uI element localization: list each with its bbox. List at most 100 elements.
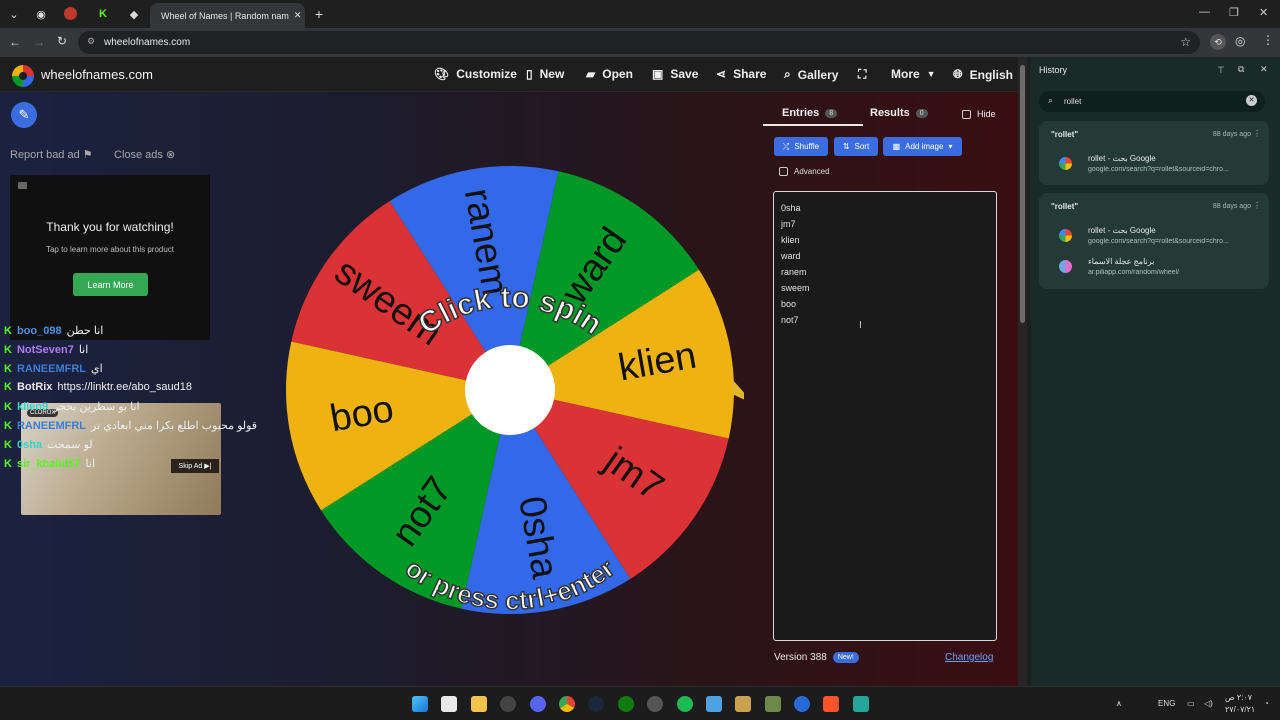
entries-tab-underline — [763, 124, 863, 126]
history-search-input[interactable]: ⌕ rollet ✕ — [1039, 91, 1265, 112]
hide-checkbox[interactable]: Hide — [962, 109, 996, 119]
profile-icon[interactable]: ◎ — [1235, 34, 1245, 48]
open-new-icon[interactable]: ⧉ — [1238, 64, 1244, 75]
obs-icon[interactable] — [500, 696, 516, 712]
skip-ad-button[interactable]: Skip Ad ▶| — [171, 459, 219, 473]
brave-icon[interactable] — [823, 696, 839, 712]
notification-icon[interactable]: ◔ — [1264, 699, 1269, 708]
file-explorer-icon[interactable] — [471, 696, 487, 712]
back-icon[interactable]: ← — [9, 35, 21, 49]
changelog-link[interactable]: Changelog — [945, 652, 993, 663]
chat-username[interactable]: 0sha — [17, 439, 42, 451]
page-scrollbar[interactable] — [1018, 57, 1027, 686]
history-item[interactable]: rollet - بحث Google google.com/search?q=… — [1051, 223, 1261, 251]
pin-icon[interactable]: ⊤ — [1217, 65, 1225, 76]
close-panel-icon[interactable]: ✕ — [1260, 64, 1268, 75]
store-icon[interactable] — [441, 696, 457, 712]
chat-username[interactable]: RANEEMFRL — [17, 420, 86, 432]
capcut-icon[interactable] — [706, 696, 722, 712]
open-button[interactable]: ▰ Open — [586, 67, 633, 81]
app-icon[interactable] — [647, 696, 663, 712]
new-button[interactable]: ▯ New — [526, 67, 564, 81]
tab-favicon-4[interactable]: ◆ — [126, 6, 142, 22]
ad-box[interactable]: Thank you for watching! Tap to learn mor… — [10, 175, 210, 340]
group-menu-icon[interactable]: ⋮ — [1253, 129, 1261, 138]
fullscreen-button[interactable]: ⛶ — [858, 67, 866, 82]
wheel[interactable]: klienjm70shanot7boosweemranem ward Click … — [284, 164, 744, 624]
tab-favicon-1[interactable]: ◉ — [33, 6, 49, 22]
window-close-icon[interactable]: ✕ — [1259, 6, 1268, 19]
tab-close-icon[interactable]: ✕ — [294, 10, 302, 21]
sort-button[interactable]: ⇅ Sort — [834, 137, 878, 156]
language-button[interactable]: 🌐︎ English — [953, 67, 1013, 82]
discord-icon[interactable] — [530, 696, 546, 712]
reload-icon[interactable]: ↻ — [57, 34, 67, 48]
shuffle-button[interactable]: ⤮ Shuffle — [774, 137, 828, 156]
chat-username[interactable]: NotSeven7 — [17, 344, 74, 356]
site-brand[interactable]: wheelofnames.com — [41, 67, 153, 82]
group-menu-icon[interactable]: ⋮ — [1253, 201, 1261, 210]
customize-button[interactable]: 🎨︎ Customize — [434, 67, 517, 81]
learn-more-button[interactable]: Learn More — [73, 273, 148, 296]
caret-down-icon: ▼ — [926, 69, 936, 79]
tab-favicon-kick[interactable]: K — [95, 6, 111, 22]
tab-entries[interactable]: Entries 8 — [782, 107, 838, 119]
version-info: Version 388 New! — [774, 652, 859, 663]
tab-search-icon[interactable]: ⌄ — [6, 6, 22, 22]
clear-search-icon[interactable]: ✕ — [1246, 95, 1257, 106]
clock-date[interactable]: ٢٧/٠٧/٢١ — [1225, 705, 1255, 714]
chat-username[interactable]: BotRix — [17, 381, 52, 393]
site-info-icon[interactable]: ⚙ — [87, 36, 95, 47]
new-tab-icon[interactable]: + — [311, 6, 327, 22]
spotify-icon[interactable] — [677, 696, 693, 712]
forward-icon[interactable]: → — [33, 35, 45, 49]
xbox-icon[interactable] — [618, 696, 634, 712]
address-bar-row: ← → ↻ ⚙ wheelofnames.com ☆ ⟲ ◎ ⋮ — [0, 28, 1280, 57]
advanced-checkbox[interactable]: Advanced — [779, 167, 830, 176]
gallery-button[interactable]: ⌕ Gallery — [784, 67, 838, 82]
palette-icon: 🎨︎ — [434, 67, 450, 81]
chat-username[interactable]: boo_098 — [17, 325, 62, 337]
entry-line: boo — [781, 299, 797, 309]
scroll-thumb[interactable] — [1020, 65, 1025, 323]
tray-chevron-icon[interactable]: ∧ — [1116, 699, 1122, 708]
minimize-icon[interactable]: — — [1199, 6, 1210, 18]
chat-username[interactable]: sir_khalid57 — [17, 458, 81, 470]
network-icon[interactable]: ▭ — [1187, 699, 1195, 708]
history-item[interactable]: rollet - بحث Google google.com/search?q=… — [1051, 151, 1261, 179]
archive-icon[interactable] — [735, 696, 751, 712]
history-item[interactable]: برنامج عجلة الاسماء ar.piliapp.com/rando… — [1051, 254, 1261, 282]
steam-icon[interactable] — [588, 696, 604, 712]
bookmark-star-icon[interactable]: ☆ — [1180, 35, 1191, 49]
share-button[interactable]: ⋖ Share — [716, 67, 766, 81]
url-input[interactable]: ⚙ wheelofnames.com ☆ — [78, 31, 1200, 54]
history-icon[interactable]: ⟲ — [1210, 34, 1226, 50]
report-ad-link[interactable]: Report bad ad ⚑ — [10, 148, 93, 161]
ad-info-icon[interactable] — [18, 182, 27, 189]
volume-icon[interactable]: ◁) — [1204, 699, 1213, 708]
tab-active[interactable]: Wheel of Names | Random nam ✕ — [150, 3, 305, 28]
clock-time[interactable]: ٢:٠٧ ص — [1225, 693, 1252, 702]
wheel-center[interactable] — [465, 345, 555, 435]
globe-icon: 🌐︎ — [953, 67, 963, 81]
more-button[interactable]: More ▼ — [891, 67, 936, 81]
add-image-button[interactable]: ▩ Add image ▾ — [883, 137, 962, 156]
windows-start-icon[interactable] — [412, 696, 428, 712]
maximize-icon[interactable]: ❐ — [1229, 6, 1239, 19]
image-app-icon[interactable] — [765, 696, 781, 712]
edge-icon[interactable] — [794, 696, 810, 712]
menu-kebab-icon[interactable]: ⋮ — [1262, 33, 1274, 47]
save-button[interactable]: ▣ Save — [652, 67, 698, 81]
chat-username[interactable]: RANEEMFRL — [17, 363, 86, 375]
entries-textarea[interactable]: 0sha jm7 klien ward ranem sweem boo not7 I — [773, 191, 997, 641]
audio-app-icon[interactable] — [853, 696, 869, 712]
close-ads-link[interactable]: Close ads ⊗ — [114, 148, 175, 161]
wheel-logo-icon[interactable] — [12, 65, 34, 87]
tab-favicon-2[interactable] — [64, 7, 77, 20]
tab-results[interactable]: Results 0 — [870, 107, 928, 119]
chat-username[interactable]: klien9 — [17, 401, 48, 413]
language-indicator[interactable]: ENG — [1158, 699, 1175, 708]
image-icon: ▩ — [892, 142, 901, 151]
chrome-icon[interactable] — [559, 696, 575, 712]
edit-pencil-button[interactable]: ✎ — [11, 102, 37, 128]
